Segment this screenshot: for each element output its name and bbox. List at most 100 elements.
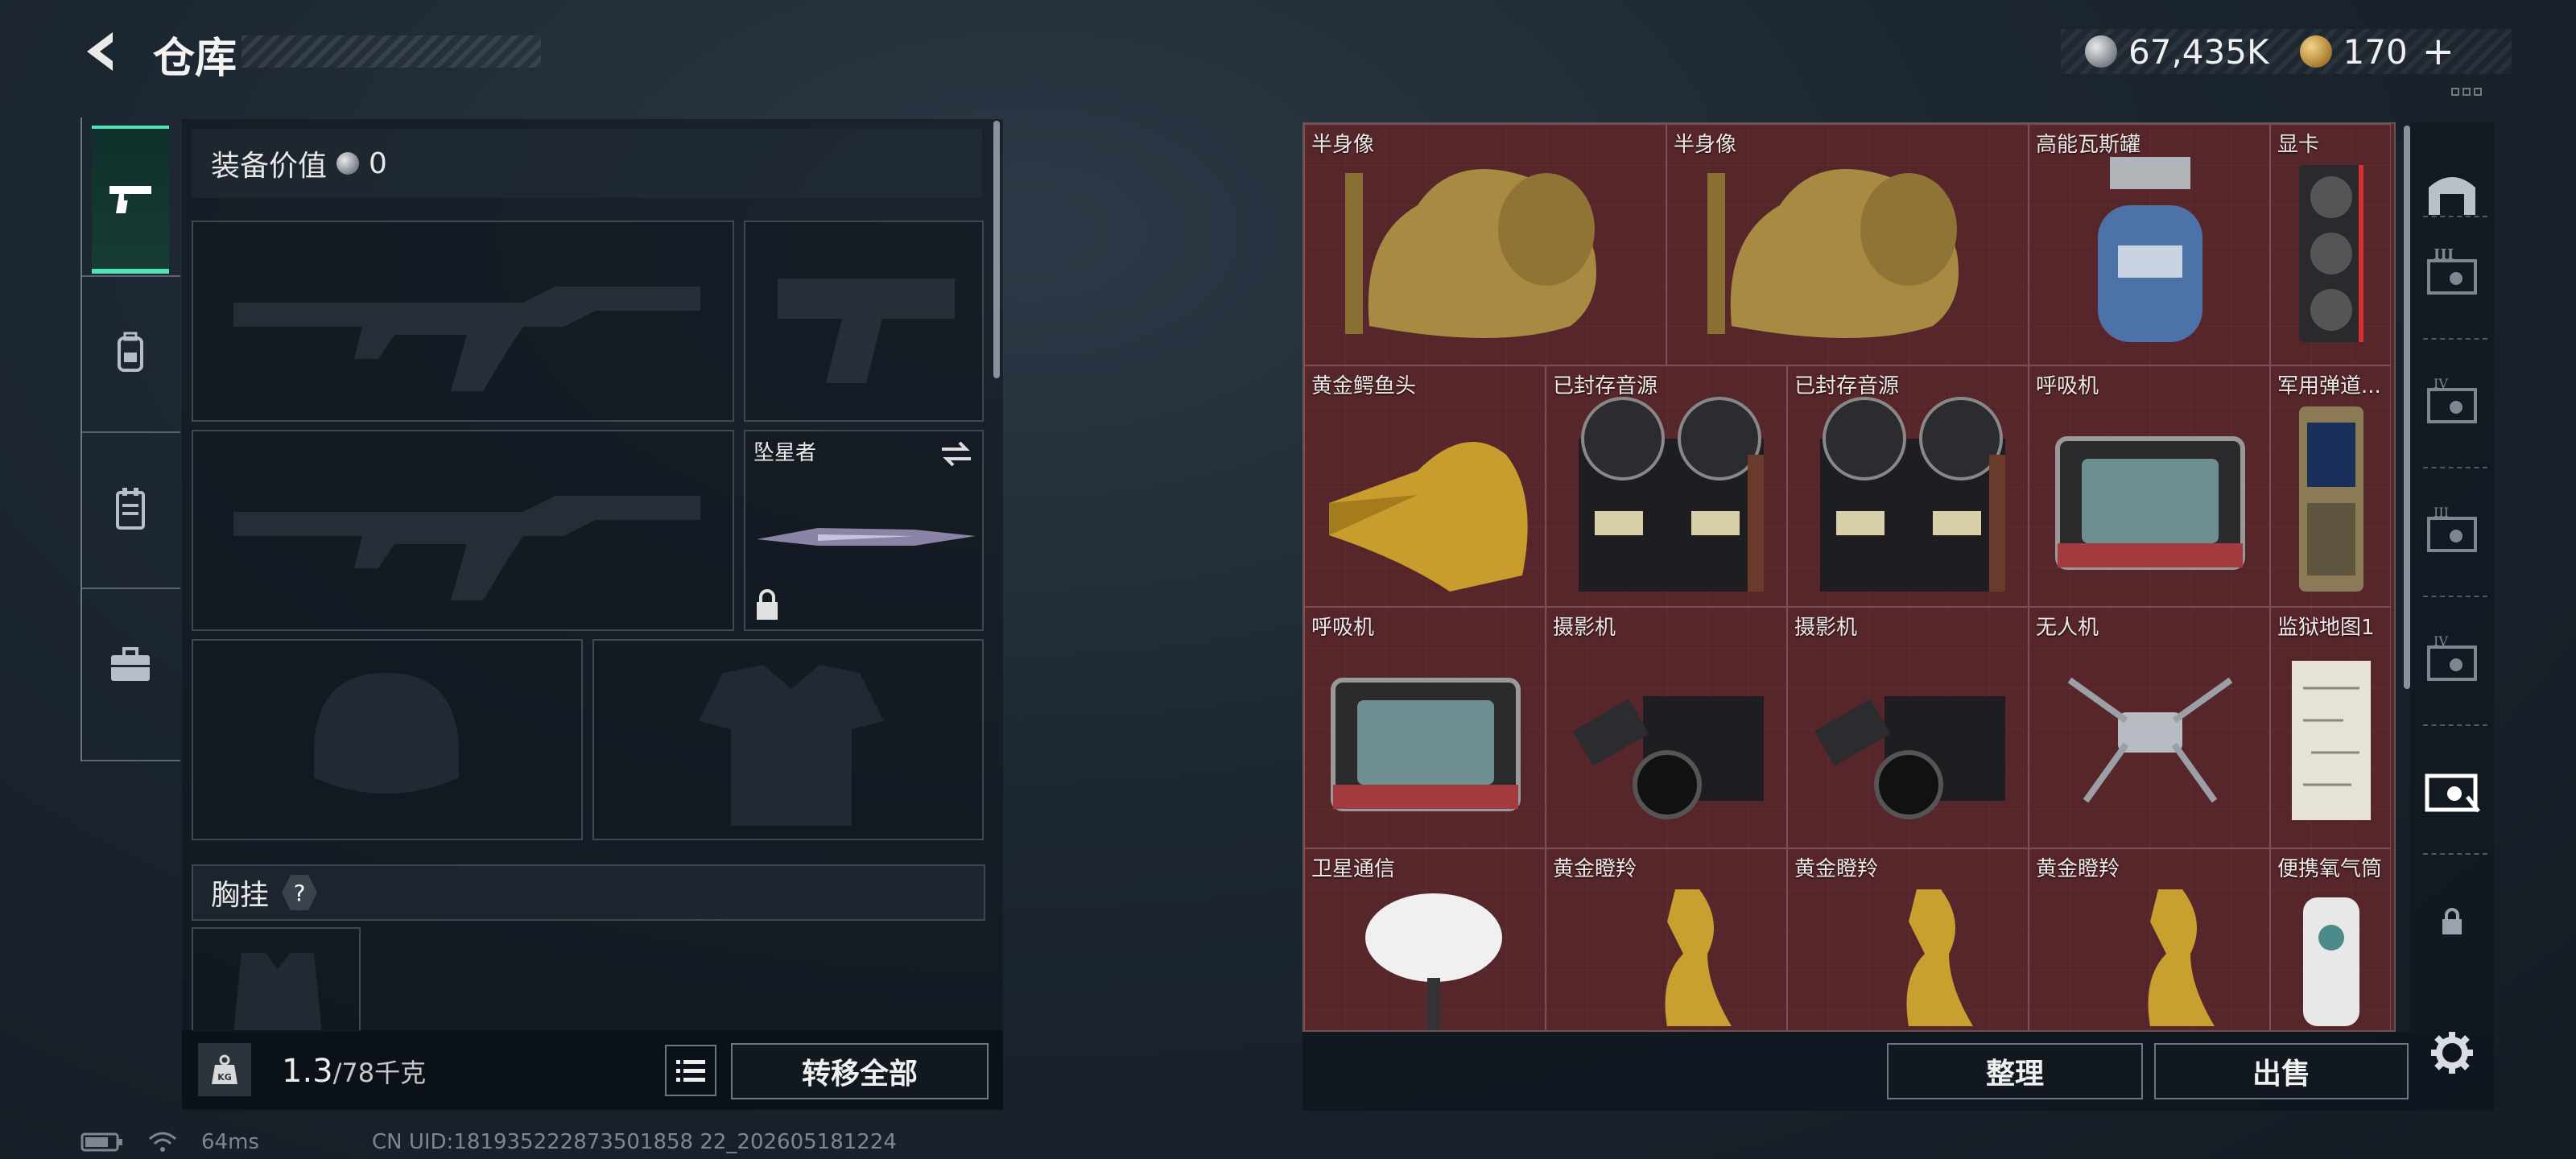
user-uid: CN UID:181935222873501858 22_20260518122… [371, 1130, 897, 1154]
back-button[interactable] [77, 27, 126, 76]
silver-coin-icon [2085, 35, 2117, 68]
ventilator-icon [1331, 678, 1521, 811]
item-name: 摄影机 [1794, 616, 1858, 640]
helmet-slot[interactable] [192, 639, 583, 840]
tab-backpack[interactable] [92, 278, 169, 427]
storage-item[interactable]: 黄金瞪羚 [1546, 848, 1787, 1030]
gear-icon [2431, 1032, 2473, 1074]
gas-canister-icon [2098, 157, 2202, 342]
storage-tab-tier-1[interactable]: III [2410, 217, 2494, 330]
storage-item[interactable]: 已封存音源 [1546, 365, 1787, 607]
helmet-silhouette-icon [314, 673, 459, 794]
sell-button[interactable]: 出售 [2154, 1043, 2409, 1099]
storage-tab-active-case[interactable] [2410, 729, 2494, 850]
chest-rig-slot[interactable] [192, 927, 361, 1033]
weight-max: /78千克 [332, 1058, 427, 1088]
storage-scrollbar[interactable] [2404, 126, 2410, 689]
item-name: 显卡 [2277, 133, 2320, 157]
storage-item[interactable]: 摄影机 [1787, 607, 2029, 848]
swap-icon[interactable] [939, 439, 974, 468]
storage-tab-locked[interactable] [2410, 861, 2494, 982]
storage-item[interactable]: 监狱地图1 [2270, 607, 2391, 848]
primary-weapon-slot-2[interactable] [192, 430, 734, 631]
item-name: 军用弹道... [2277, 374, 2381, 398]
golden-gazelle-icon [1665, 889, 1732, 1026]
gold-balance: 170 [2343, 31, 2408, 72]
storage-item[interactable]: 半身像 [1666, 124, 2029, 365]
weight-icon: KG [198, 1043, 251, 1096]
battery-icon [80, 1132, 122, 1152]
status-bar: 64ms CN UID:181935222873501858 22_202605… [80, 1130, 897, 1154]
storage-item[interactable]: 黄金鳄鱼头 [1304, 365, 1546, 607]
equipment-value-header: 装备价值 0 [192, 129, 982, 198]
ballistic-computer-icon [2299, 406, 2363, 592]
settings-button[interactable] [2426, 1027, 2478, 1079]
storage-item[interactable]: 无人机 [2029, 607, 2270, 848]
storage-tab-tier-4[interactable]: IV [2410, 604, 2494, 716]
primary-weapon-slot-1[interactable] [192, 221, 734, 422]
wifi-icon [149, 1132, 176, 1152]
briefcase-icon [111, 647, 150, 681]
help-button[interactable]: ? [282, 875, 318, 910]
lock-icon [2442, 908, 2462, 934]
blade-icon [757, 528, 976, 546]
bust-icon [1345, 169, 1596, 338]
tab-chest-rig[interactable] [92, 435, 169, 583]
storage-item[interactable]: 呼吸机 [1304, 607, 1546, 848]
silver-coin-icon [336, 152, 360, 175]
armor-slot[interactable] [592, 639, 984, 840]
carry-weight: 1.3/78千克 [282, 1053, 426, 1090]
sidearm-slot[interactable] [744, 221, 984, 422]
status-mini-icons [2451, 88, 2482, 96]
equipment-value: 0 [369, 146, 387, 180]
melee-slot[interactable]: 坠星者 [744, 430, 984, 631]
tab-case[interactable] [92, 591, 169, 739]
weight-current: 1.3 [282, 1053, 333, 1090]
golden-gazelle-icon [1906, 889, 1973, 1026]
storage-item[interactable]: 高能瓦斯罐 [2029, 124, 2270, 365]
storage-tab-tier-2[interactable]: IV [2410, 346, 2494, 459]
bust-icon [1707, 169, 1959, 338]
backpack-icon [118, 332, 143, 372]
add-gold-button[interactable]: + [2422, 29, 2454, 74]
storage-item[interactable]: 军用弹道... [2270, 365, 2391, 607]
list-view-button[interactable] [665, 1045, 716, 1096]
storage-item[interactable]: 卫星通信 [1304, 848, 1546, 1030]
drone-icon [2067, 677, 2233, 803]
armor-silhouette-icon [699, 665, 884, 826]
storage-item[interactable]: 已封存音源 [1787, 365, 2029, 607]
storage-item[interactable]: 黄金瞪羚 [2029, 848, 2270, 1030]
camera-icon [1572, 696, 1764, 819]
item-name: 呼吸机 [1311, 616, 1375, 640]
graphics-card-icon [2299, 165, 2363, 342]
melee-item-name: 坠星者 [753, 441, 817, 465]
vest-icon [116, 488, 145, 530]
storage-item[interactable]: 显卡 [2270, 124, 2391, 365]
item-case-icon: III [2427, 248, 2477, 295]
item-case-icon [2425, 773, 2480, 813]
tape-recorder-icon [1820, 397, 2005, 592]
storage-item[interactable]: 便携氧气筒 [2270, 848, 2391, 1030]
storage-item[interactable]: 黄金瞪羚 [1787, 848, 2029, 1030]
storage-item[interactable]: 半身像 [1304, 124, 1666, 365]
chevron-left-icon [87, 32, 113, 71]
rifle-silhouette-icon [233, 287, 700, 391]
svg-text:IV: IV [2434, 377, 2448, 391]
vest-silhouette-icon [233, 953, 322, 1033]
item-case-icon: IV [2427, 634, 2477, 681]
storage-tab-tier-3[interactable]: III [2410, 475, 2494, 588]
ventilator-icon [2055, 436, 2245, 570]
tab-weapons[interactable] [92, 126, 169, 274]
sort-button[interactable]: 整理 [1887, 1043, 2143, 1099]
equipment-scrollbar[interactable] [993, 121, 1000, 378]
equipment-category-tabs [80, 118, 180, 761]
currency-bar: 67,435K 170 + [2061, 29, 2512, 74]
golden-crocodile-head-icon [1329, 442, 1528, 592]
item-name: 无人机 [2036, 616, 2099, 640]
svg-text:IV: IV [2434, 634, 2448, 649]
storage-item[interactable]: 摄影机 [1546, 607, 1787, 848]
storage-item[interactable]: 呼吸机 [2029, 365, 2270, 607]
camera-icon [1814, 696, 2005, 819]
transfer-all-button[interactable]: 转移全部 [731, 1043, 989, 1099]
oxygen-tank-icon [2303, 897, 2359, 1026]
